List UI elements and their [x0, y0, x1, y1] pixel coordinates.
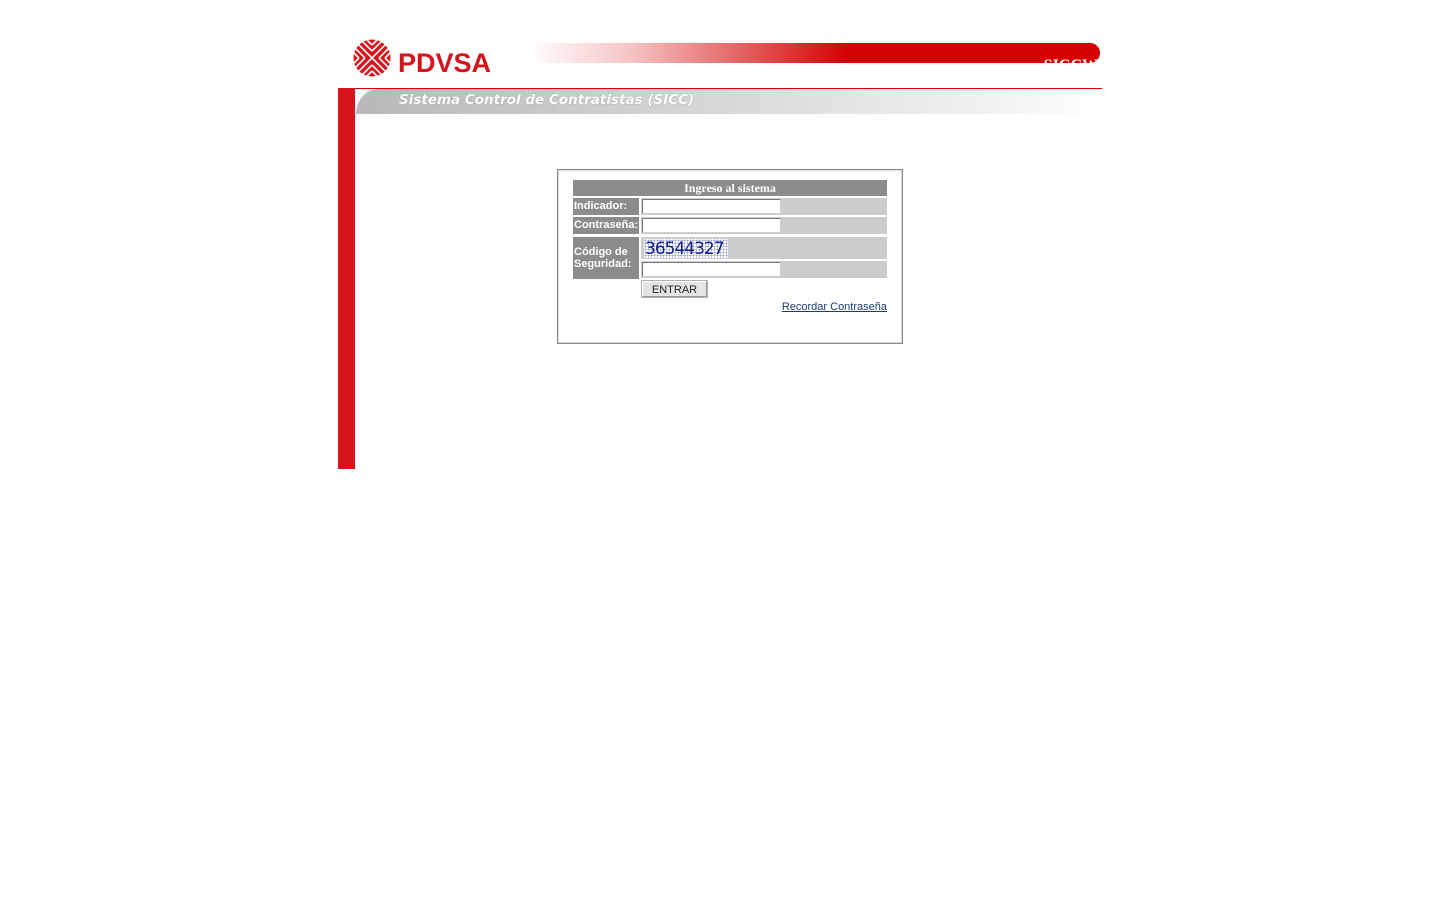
header-red-bar: SICCW — [528, 43, 1100, 74]
app-code: SICCW — [1043, 57, 1098, 74]
indicador-cell — [641, 198, 887, 215]
contrasena-input[interactable] — [642, 218, 781, 233]
contrasena-cell — [641, 217, 887, 234]
page-header: PDVSA SICCW — [338, 30, 1102, 90]
pdvsa-sun-logo-icon — [353, 39, 391, 77]
indicador-input[interactable] — [642, 199, 781, 214]
left-red-column — [338, 88, 355, 469]
system-title: Sistema Control de Contratistas (SICC) — [399, 92, 695, 108]
codigo-seguridad-input[interactable] — [642, 262, 781, 277]
login-heading: Ingreso al sistema — [573, 180, 887, 196]
codigo-label-line1: Código de — [574, 246, 628, 258]
pdvsa-logo: PDVSA — [352, 38, 502, 78]
indicador-label: Indicador: — [573, 198, 639, 215]
entrar-button[interactable]: ENTRAR — [642, 281, 707, 297]
captcha-cell: 36544327 — [641, 237, 887, 259]
title-banner: Sistema Control de Contratistas (SICC) — [356, 89, 1102, 114]
codigo-seguridad-label: Código de Seguridad: — [573, 237, 639, 279]
logo-text: PDVSA — [398, 48, 492, 78]
login-panel: Ingreso al sistema Indicador: Contraseña… — [557, 169, 903, 344]
contrasena-label: Contraseña: — [573, 217, 639, 234]
recordar-contrasena-link[interactable]: Recordar Contraseña — [782, 301, 887, 313]
captcha-image: 36544327 — [644, 239, 728, 259]
codigo-cell — [641, 261, 887, 278]
captcha-text: 36544327 — [645, 239, 725, 259]
codigo-label-line2: Seguridad: — [574, 258, 632, 270]
